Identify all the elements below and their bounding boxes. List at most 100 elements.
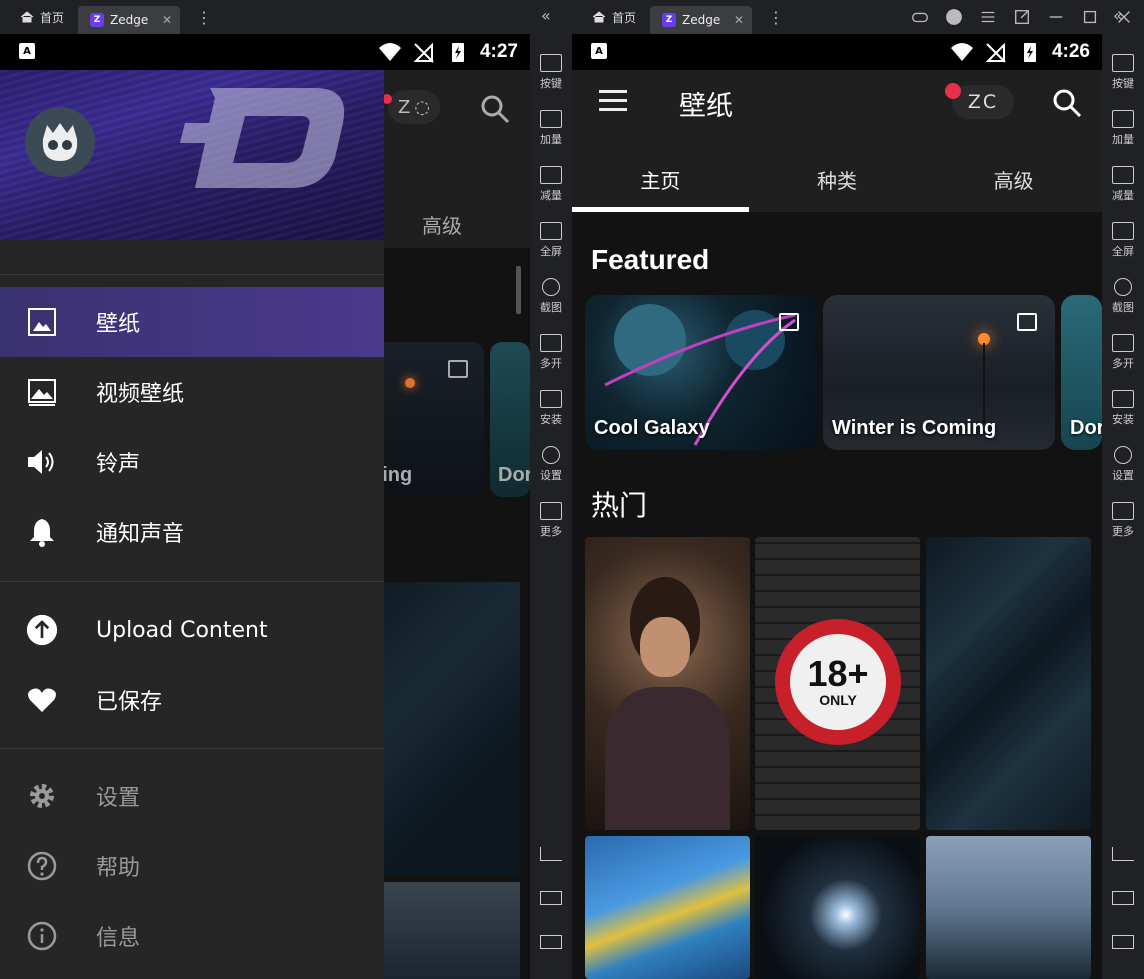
sidebar-multi-label: 多开 bbox=[540, 357, 562, 370]
drawer-item-help[interactable]: 帮助 bbox=[0, 831, 384, 901]
sidebar-settings[interactable]: 设置 bbox=[1102, 446, 1144, 483]
sidebar-multi-instance[interactable]: 多开 bbox=[1102, 334, 1144, 371]
collapse-sidebar-icon[interactable]: « bbox=[541, 6, 551, 25]
tab-home-feed[interactable]: 主页 bbox=[572, 134, 749, 212]
more-vert-icon[interactable]: ⋮ bbox=[768, 8, 784, 27]
sidebar-volume-down[interactable]: 减量 bbox=[530, 166, 572, 203]
tab-premium[interactable]: 高级 bbox=[925, 134, 1102, 212]
back-icon[interactable] bbox=[540, 847, 562, 861]
featured-card-partial[interactable]: Dor bbox=[1061, 295, 1102, 450]
drawer-item-label: 视频壁纸 bbox=[96, 382, 185, 407]
sidebar-screenshot[interactable]: 截图 bbox=[1102, 278, 1144, 315]
sidebar-settings[interactable]: 设置 bbox=[530, 446, 572, 483]
multi-instance-icon bbox=[540, 334, 562, 352]
drawer-header bbox=[0, 70, 384, 240]
drawer-item-info[interactable]: 信息 bbox=[0, 901, 384, 971]
sidebar-screenshot[interactable]: 截图 bbox=[530, 278, 572, 315]
more-vert-icon[interactable]: ⋮ bbox=[196, 8, 212, 27]
navigation-drawer: 壁纸 视频壁纸 铃声 通知声音 Upload Content 已保存 设置 帮助… bbox=[0, 70, 384, 979]
sidebar-fullscreen[interactable]: 全屏 bbox=[530, 222, 572, 259]
menu-icon[interactable] bbox=[978, 7, 998, 27]
wallpaper-thumb[interactable] bbox=[585, 537, 750, 830]
wallpaper-thumb[interactable] bbox=[755, 836, 920, 979]
zedge-app-icon: Z bbox=[90, 13, 105, 27]
status-bar: A 4:27 bbox=[0, 34, 530, 70]
tab-zedge[interactable]: Z Zedge ✕ bbox=[78, 6, 181, 34]
tab-zedge-label: Zedge bbox=[110, 13, 149, 27]
zedge-credits-button[interactable]: ZC bbox=[952, 85, 1014, 119]
avatar[interactable] bbox=[25, 107, 95, 177]
sidebar-fullscreen[interactable]: 全屏 bbox=[1102, 222, 1144, 259]
hamburger-menu-icon[interactable] bbox=[599, 90, 627, 112]
scissors-icon bbox=[1114, 278, 1132, 296]
featured-card-cool-galaxy[interactable]: Cool Galaxy bbox=[585, 295, 817, 450]
sidebar-volume-down-label: 减量 bbox=[1112, 189, 1134, 202]
age-badge-number: 18+ bbox=[807, 653, 869, 694]
featured-heading: Featured bbox=[591, 244, 710, 275]
notification-badge bbox=[945, 83, 961, 99]
volume-down-icon bbox=[1112, 166, 1134, 184]
account-icon[interactable] bbox=[944, 7, 964, 27]
sidebar-volume-up[interactable]: 加量 bbox=[530, 110, 572, 147]
sidebar-more[interactable]: 更多 bbox=[1102, 502, 1144, 539]
collapse-sidebar-icon[interactable]: « bbox=[1113, 6, 1123, 25]
drawer-divider bbox=[0, 748, 384, 749]
gamepad-icon[interactable] bbox=[910, 7, 930, 27]
drawer-item-video-wallpaper[interactable]: 视频壁纸 bbox=[0, 357, 384, 427]
app-bar: 壁纸 ZC bbox=[572, 70, 1102, 134]
drawer-item-upload[interactable]: Upload Content bbox=[0, 595, 384, 665]
featured-card-winter[interactable]: Winter is Coming bbox=[823, 295, 1055, 450]
drawer-item-ringtones[interactable]: 铃声 bbox=[0, 427, 384, 497]
drawer-item-wallpaper[interactable]: 壁纸 bbox=[0, 287, 384, 357]
drawer-item-settings[interactable]: 设置 bbox=[0, 761, 384, 831]
drawer-item-saved[interactable]: 已保存 bbox=[0, 665, 384, 735]
sidebar-volume-up[interactable]: 加量 bbox=[1102, 110, 1144, 147]
sidebar-keymap[interactable]: 按键 bbox=[530, 54, 572, 91]
sidebar-install-apk[interactable]: 安装 bbox=[1102, 390, 1144, 427]
sidebar-install-apk[interactable]: 安装 bbox=[530, 390, 572, 427]
wallpaper-icon bbox=[26, 306, 58, 338]
recents-icon[interactable] bbox=[540, 935, 562, 949]
back-icon[interactable] bbox=[1112, 847, 1134, 861]
status-bar: A 4:26 bbox=[572, 34, 1102, 70]
info-icon bbox=[26, 920, 58, 952]
sidebar-multi-label: 多开 bbox=[1112, 357, 1134, 370]
upload-icon bbox=[26, 614, 58, 646]
status-time: 4:26 bbox=[1051, 41, 1090, 62]
volume-up-icon bbox=[540, 110, 562, 128]
sidebar-settings-label: 设置 bbox=[540, 469, 562, 482]
notification-icon: A bbox=[591, 43, 607, 59]
featured-peek-label-2: Dor bbox=[498, 464, 530, 486]
wallpaper-thumb[interactable]: 18+ ONLY bbox=[755, 537, 920, 830]
close-tab-icon[interactable]: ✕ bbox=[734, 13, 744, 27]
popout-icon[interactable] bbox=[1012, 7, 1032, 27]
wallpaper-thumb[interactable] bbox=[926, 537, 1091, 830]
sidebar-keymap[interactable]: 按键 bbox=[1102, 54, 1144, 91]
search-icon[interactable] bbox=[1052, 88, 1082, 118]
recents-icon[interactable] bbox=[1112, 935, 1134, 949]
help-icon bbox=[26, 850, 58, 882]
search-icon[interactable] bbox=[480, 94, 510, 124]
sidebar-more[interactable]: 更多 bbox=[530, 502, 572, 539]
tab-home[interactable]: 首页 bbox=[572, 0, 650, 34]
zc-pill-peek: Z ◌ bbox=[388, 90, 440, 124]
sidebar-volume-down[interactable]: 减量 bbox=[1102, 166, 1144, 203]
sidebar-more-label: 更多 bbox=[1112, 525, 1134, 538]
drawer-item-notifications[interactable]: 通知声音 bbox=[0, 497, 384, 567]
maximize-icon[interactable] bbox=[1080, 7, 1100, 27]
more-icon bbox=[1112, 502, 1134, 520]
tab-home[interactable]: 首页 bbox=[0, 0, 78, 34]
home-nav-icon[interactable] bbox=[540, 891, 562, 905]
wallpaper-thumb[interactable] bbox=[926, 836, 1091, 979]
close-tab-icon[interactable]: ✕ bbox=[162, 13, 172, 27]
sidebar-multi-instance[interactable]: 多开 bbox=[530, 334, 572, 371]
status-time: 4:27 bbox=[479, 41, 518, 62]
tab-zedge[interactable]: Z Zedge ✕ bbox=[650, 6, 753, 34]
minimize-icon[interactable] bbox=[1046, 7, 1066, 27]
emulator-sidebar: « 按键 加量 减量 全屏 截图 多开 安装 设置 更多 bbox=[530, 6, 572, 979]
home-nav-icon[interactable] bbox=[1112, 891, 1134, 905]
wallpaper-thumb[interactable] bbox=[585, 836, 750, 979]
tab-categories[interactable]: 种类 bbox=[749, 134, 926, 212]
featured-card-label: Cool Galaxy bbox=[594, 417, 710, 439]
keyboard-icon bbox=[540, 54, 562, 72]
